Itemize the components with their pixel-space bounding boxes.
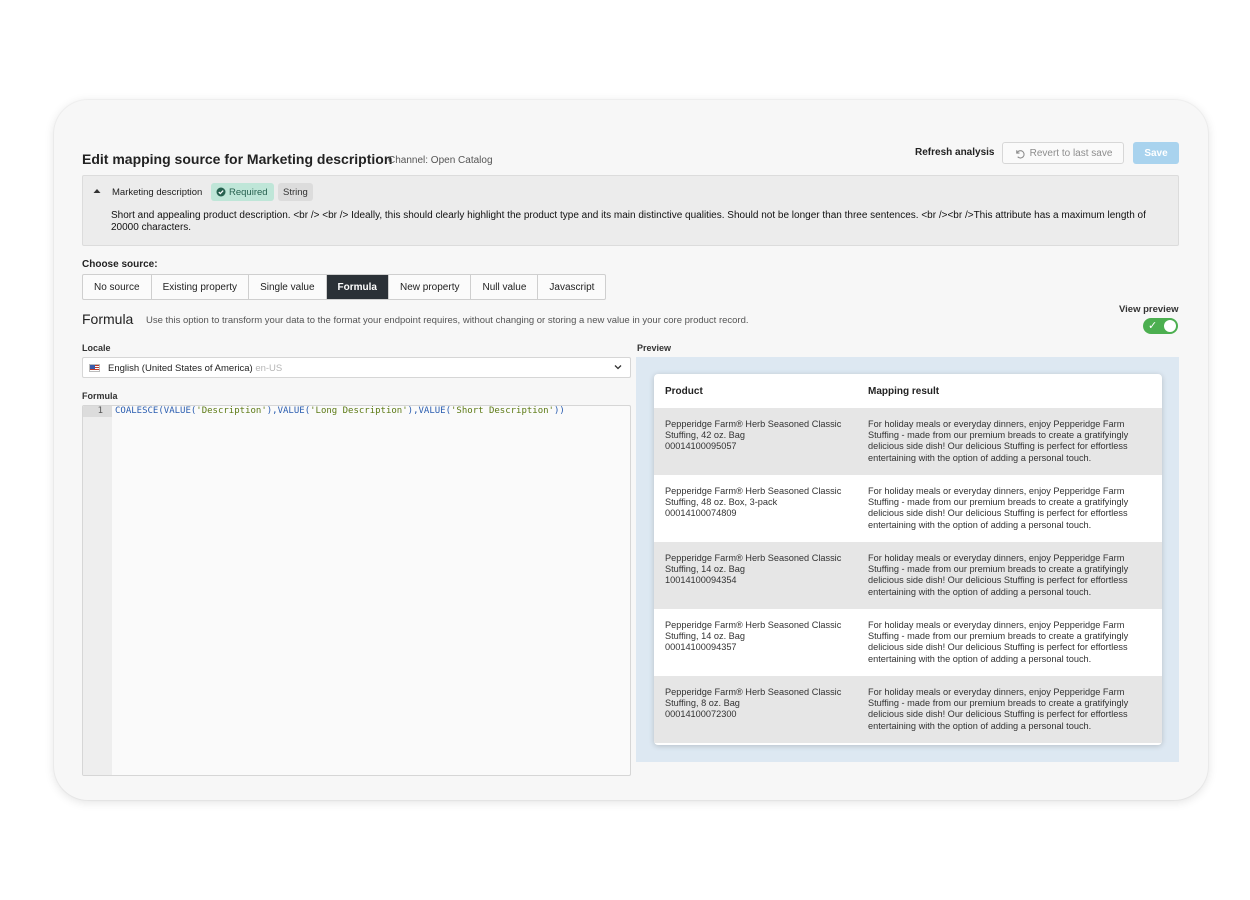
required-badge-label: Required	[229, 186, 268, 198]
type-badge: String	[278, 183, 313, 201]
locale-code: en-US	[255, 363, 283, 374]
source-option-null-value[interactable]: Null value	[471, 275, 539, 299]
table-row: Pepperidge Farm® Herb Seasoned Classic S…	[654, 676, 1162, 743]
product-name: Pepperidge Farm® Herb Seasoned Classic S…	[665, 553, 842, 575]
product-cell: Pepperidge Farm® Herb Seasoned Classic S…	[665, 486, 855, 520]
product-cell: Pepperidge Farm® Herb Seasoned Classic S…	[665, 687, 855, 721]
mapping-result-cell: For holiday meals or everyday dinners, e…	[868, 486, 1129, 530]
chevron-down-icon	[614, 365, 622, 370]
undo-icon	[1015, 149, 1025, 159]
preview-table-header: Product Mapping result	[654, 374, 1162, 408]
product-cell: Pepperidge Farm® Herb Seasoned Classic S…	[665, 620, 855, 654]
us-flag-icon	[89, 364, 100, 372]
line-gutter: 1	[83, 406, 112, 775]
view-preview-label: View preview	[1119, 304, 1179, 315]
table-row: Pepperidge Farm® Herb Seasoned Classic S…	[654, 609, 1162, 676]
source-option-existing-property[interactable]: Existing property	[152, 275, 250, 299]
source-option-single-value[interactable]: Single value	[249, 275, 327, 299]
product-code: 00014100094357	[665, 642, 737, 653]
check-circle-icon	[216, 187, 226, 197]
product-code: 10014100094354	[665, 575, 737, 586]
mapping-result-cell: For holiday meals or everyday dinners, e…	[868, 553, 1129, 597]
mapping-result-cell: For holiday meals or everyday dinners, e…	[868, 620, 1129, 664]
column-header-mapping-result: Mapping result	[868, 386, 940, 397]
check-icon: ✓	[1148, 320, 1158, 332]
required-badge: Required	[211, 183, 274, 201]
product-code: 00014100074809	[665, 508, 737, 519]
mapping-editor-card: Edit mapping source for Marketing descri…	[54, 100, 1208, 800]
line-number: 1	[97, 406, 103, 416]
source-option-javascript[interactable]: Javascript	[538, 275, 605, 299]
locale-name: English (United States of America)	[108, 363, 253, 374]
product-code: 00014100095057	[665, 441, 737, 452]
formula-code[interactable]: COALESCE(VALUE('Description'),VALUE('Lon…	[115, 406, 565, 416]
page-title: Edit mapping source for Marketing descri…	[82, 151, 393, 167]
refresh-analysis-button[interactable]: Refresh analysis	[915, 147, 995, 158]
toggle-knob	[1164, 320, 1176, 332]
choose-source-label: Choose source:	[82, 259, 158, 270]
locale-select[interactable]: English (United States of America) en-US	[82, 357, 631, 378]
save-button[interactable]: Save	[1133, 142, 1179, 164]
product-name: Pepperidge Farm® Herb Seasoned Classic S…	[665, 620, 842, 642]
mapping-result-cell: For holiday meals or everyday dinners, e…	[868, 419, 1129, 463]
product-cell: Pepperidge Farm® Herb Seasoned Classic S…	[665, 419, 855, 453]
table-row: Pepperidge Farm® Herb Seasoned Classic S…	[654, 408, 1162, 475]
attribute-description: Short and appealing product description.…	[111, 210, 1146, 233]
channel-label: Channel: Open Catalog	[388, 155, 493, 166]
table-row: Pepperidge Farm® Herb Seasoned Classic S…	[654, 475, 1162, 542]
product-cell: Pepperidge Farm® Herb Seasoned Classic S…	[665, 553, 855, 587]
preview-table: Product Mapping result Pepperidge Farm® …	[654, 374, 1162, 745]
locale-value: English (United States of America) en-US	[108, 363, 282, 374]
product-code: 00014100072300	[665, 709, 737, 720]
revert-button[interactable]: Revert to last save	[1002, 142, 1124, 164]
source-option-formula[interactable]: Formula	[326, 275, 389, 299]
revert-button-label: Revert to last save	[1029, 147, 1113, 159]
source-option-no-source[interactable]: No source	[83, 275, 152, 299]
preview-label: Preview	[637, 343, 672, 353]
table-row: Pepperidge Farm® Herb Seasoned Classic S…	[654, 542, 1162, 609]
source-option-new-property[interactable]: New property	[389, 275, 472, 299]
caret-up-icon[interactable]	[93, 187, 101, 195]
mapping-result-cell: For holiday meals or everyday dinners, e…	[868, 687, 1129, 731]
view-preview-toggle[interactable]: ✓	[1143, 318, 1178, 334]
locale-label: Locale	[82, 343, 111, 353]
source-selector: No source Existing property Single value…	[82, 274, 607, 300]
section-title: Formula	[82, 311, 134, 327]
product-name: Pepperidge Farm® Herb Seasoned Classic S…	[665, 419, 842, 441]
attribute-info-panel: Marketing description Required String Sh…	[82, 175, 1179, 246]
column-header-product: Product	[665, 386, 703, 397]
section-description: Use this option to transform your data t…	[146, 315, 749, 326]
formula-editor[interactable]: 1 COALESCE(VALUE('Description'),VALUE('L…	[82, 405, 631, 776]
attribute-name: Marketing description	[112, 187, 203, 198]
formula-label: Formula	[82, 391, 118, 401]
product-name: Pepperidge Farm® Herb Seasoned Classic S…	[665, 687, 842, 709]
product-name: Pepperidge Farm® Herb Seasoned Classic S…	[665, 486, 842, 508]
